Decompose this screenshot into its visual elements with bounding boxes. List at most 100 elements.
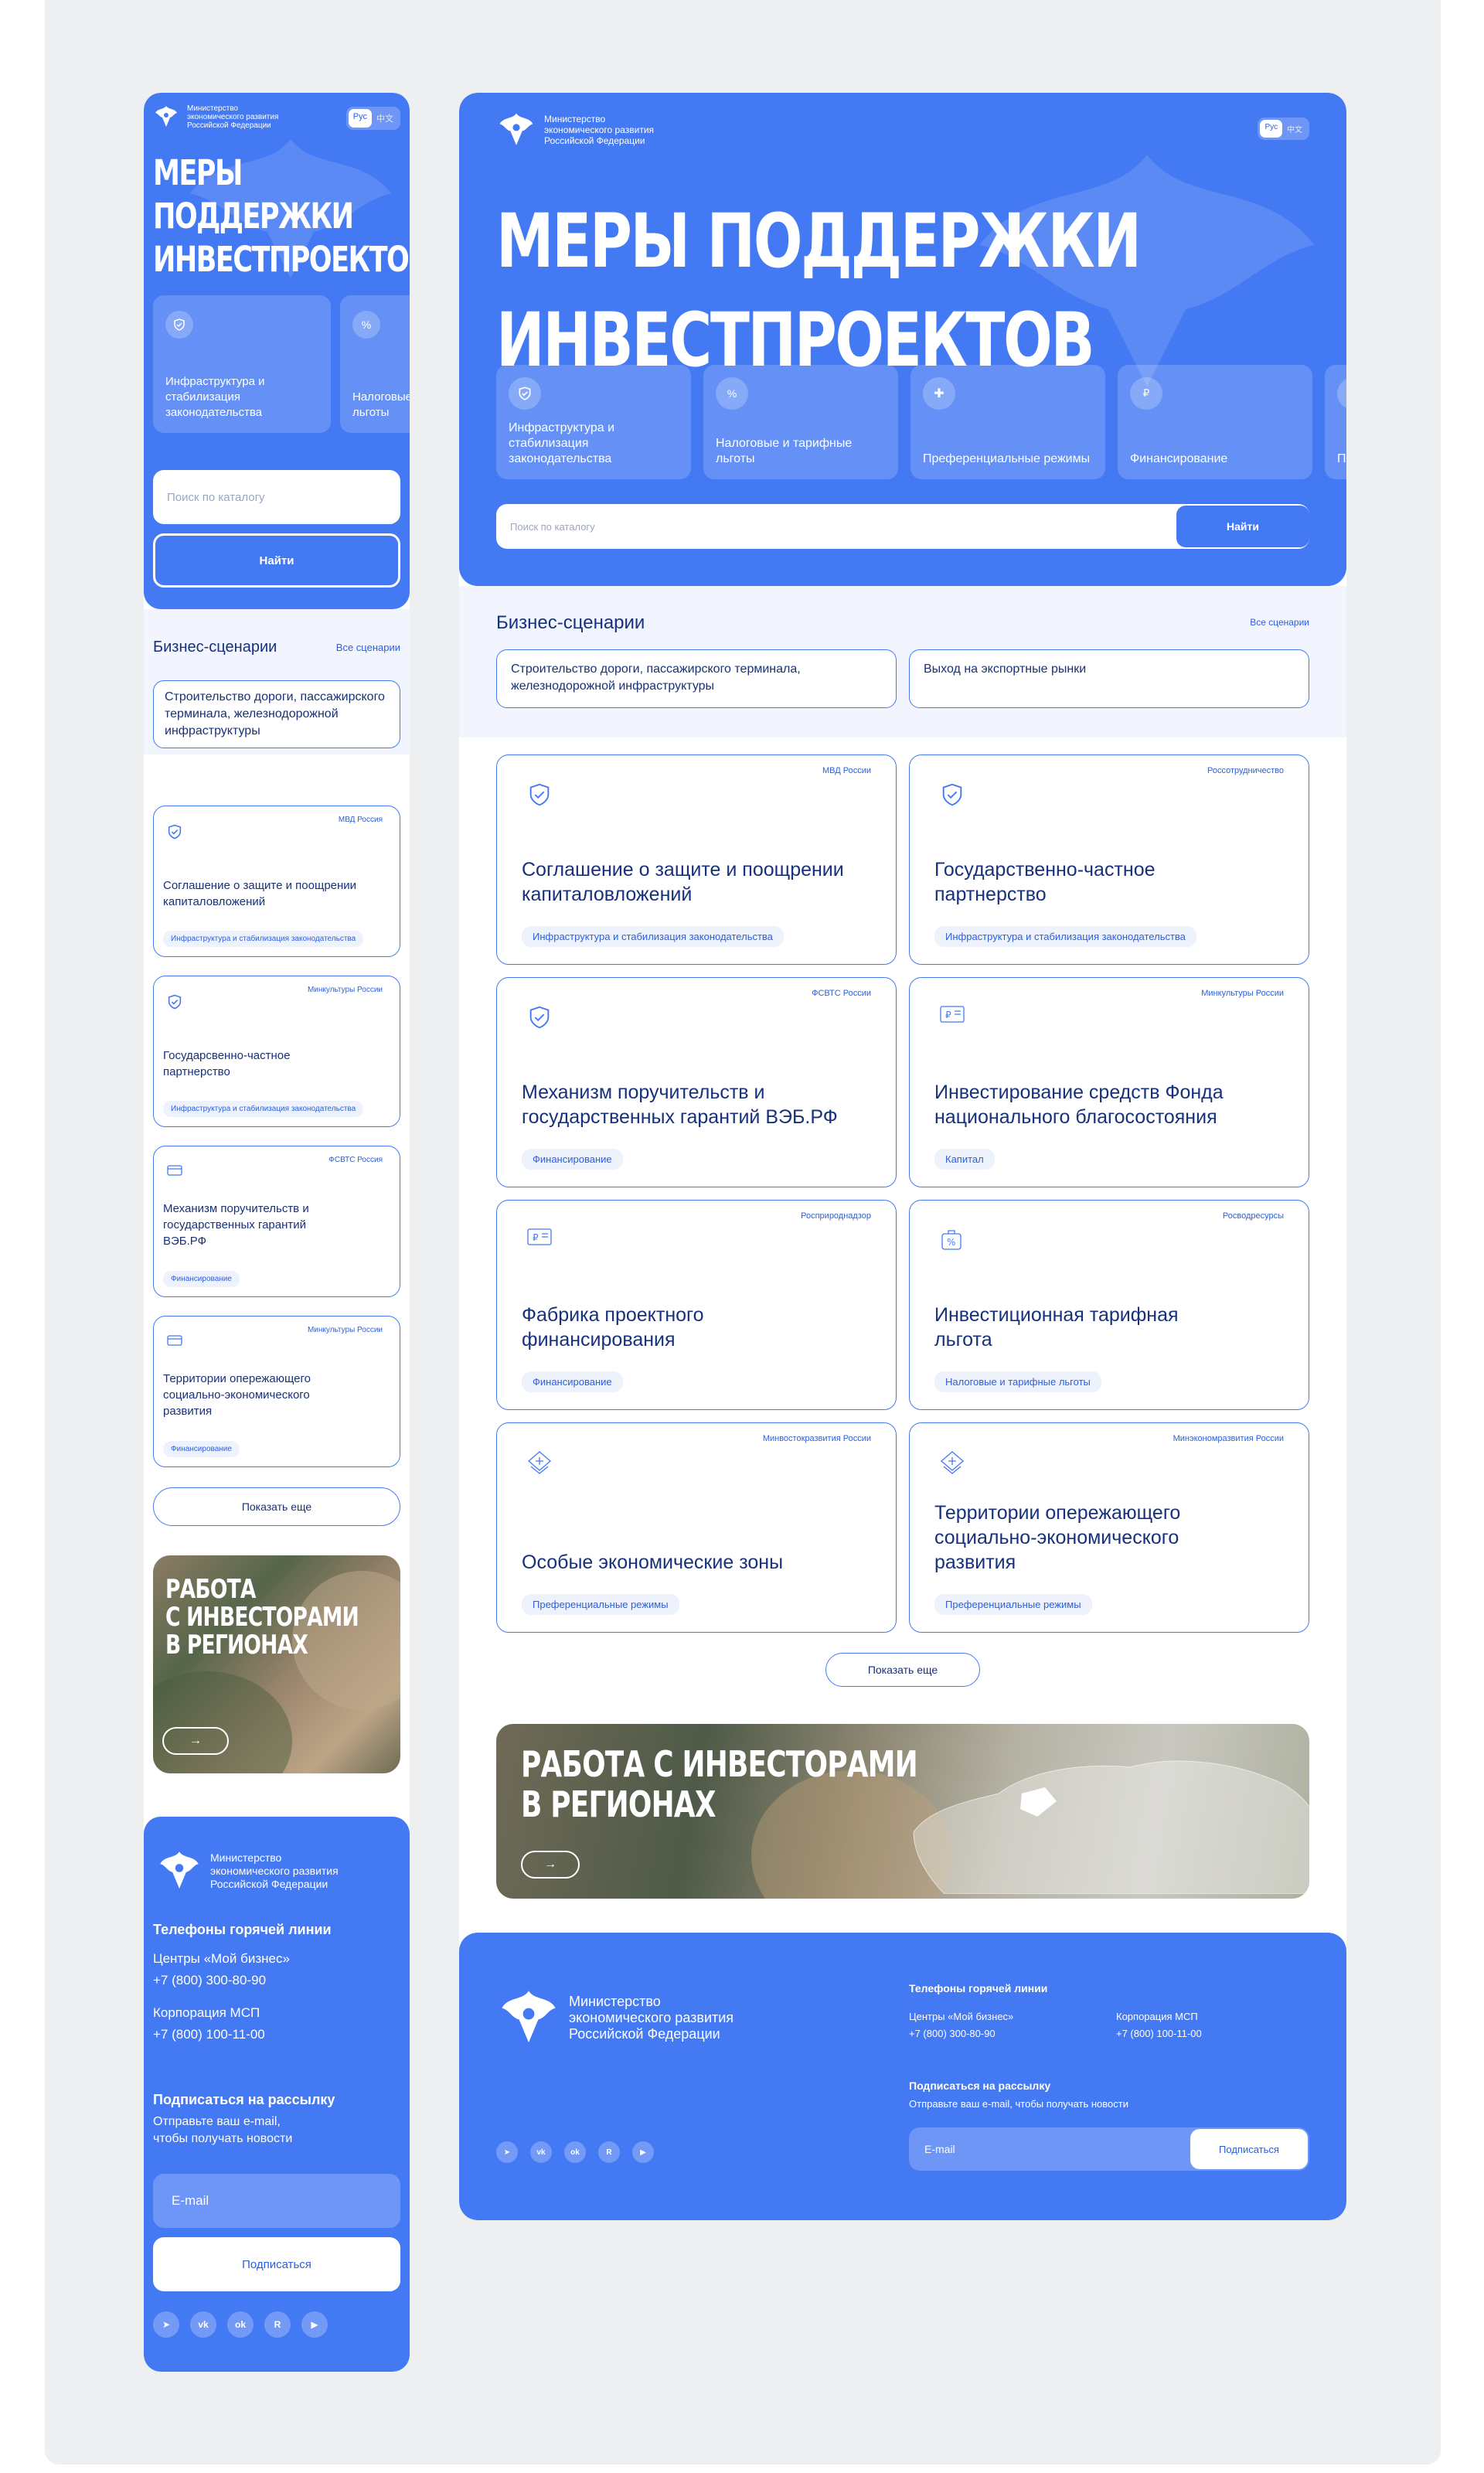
lang-zh-button[interactable]: 中文 (372, 109, 398, 128)
measure-card[interactable]: ФСВТС Россия Механизм поручительств и го… (153, 1146, 400, 1297)
contact-name: Корпорация МСП (1116, 2011, 1198, 2022)
email-input[interactable]: E-mail (153, 2174, 400, 2228)
measure-card[interactable]: Минкультуры России Территории опережающе… (153, 1316, 400, 1467)
measure-tag[interactable]: Преференциальные режимы (934, 1594, 1092, 1615)
lang-ru-button[interactable]: Рус (1260, 120, 1282, 138)
measure-card[interactable]: ₽ Минкультуры России Инвестирование сред… (909, 977, 1309, 1187)
desktop-hero: Министерство экономического развития Рос… (459, 93, 1346, 586)
arrow-right-icon[interactable]: → (162, 1727, 229, 1755)
rutube-icon[interactable]: R (264, 2311, 291, 2338)
ruble-card-icon: ₽ (526, 1227, 553, 1251)
ministry-name-line: экономического развития (210, 1864, 339, 1877)
measure-card[interactable]: % Росводресурсы Инвестиционная тарифная … (909, 1200, 1309, 1410)
hotline-contact: Центры «Мой бизнес» +7 (800) 300-80-90 (909, 2008, 1013, 2042)
regions-banner[interactable]: Работа с инвесторами в регионах → (496, 1724, 1309, 1899)
measure-tag[interactable]: Налоговые и тарифные льготы (934, 1371, 1101, 1392)
category-label: Инфраструктура и стабилизация законодате… (509, 421, 615, 465)
ministry-logo[interactable]: Министерство экономического развития Рос… (496, 1985, 733, 2050)
desktop-footer: Министерство экономического развития Рос… (459, 1933, 1346, 2220)
measure-card[interactable]: Минвостокразвития России Особые экономич… (496, 1422, 897, 1633)
search-button[interactable]: Найти (1176, 506, 1309, 547)
svg-text:₽: ₽ (533, 1232, 539, 1243)
subscribe-text: Отправьте ваш e-mail, чтобы получать нов… (909, 2098, 1128, 2110)
lang-zh-button[interactable]: 中文 (1282, 120, 1307, 138)
measure-card[interactable]: Минэкономразвития России Территории опер… (909, 1422, 1309, 1633)
subscribe-button[interactable]: Подписаться (1190, 2129, 1308, 2169)
contact-phone[interactable]: +7 (800) 300-80-90 (153, 1970, 290, 1991)
contact-phone[interactable]: +7 (800) 100-11-00 (153, 2024, 265, 2046)
banner-title-line: в регионах (165, 1630, 308, 1661)
contact-name: Центры «Мой бизнес» (153, 1951, 290, 1966)
telegram-icon[interactable]: ➤ (153, 2311, 179, 2338)
category-card[interactable]: Инфраструктура и стабилизация законодате… (153, 295, 331, 433)
subscribe-button[interactable]: Подписаться (153, 2237, 400, 2291)
show-more-button[interactable]: Показать еще (825, 1653, 980, 1687)
category-card[interactable]: ✚ Преференциальные режимы (910, 365, 1105, 479)
measure-tag[interactable]: Инфраструктура и стабилизация законодате… (163, 1101, 364, 1117)
show-more-button[interactable]: Показать еще (153, 1487, 400, 1526)
shield-check-icon (166, 823, 183, 844)
youtube-icon[interactable]: ▶ (301, 2311, 328, 2338)
language-switch: Рус 中文 (345, 107, 400, 130)
category-card[interactable]: Пр (1325, 365, 1346, 479)
vk-icon[interactable]: vk (190, 2311, 216, 2338)
ministry-name: Министерство экономического развития Рос… (210, 1851, 339, 1891)
measure-card[interactable]: ФСВТС России Механизм поручительств и го… (496, 977, 897, 1187)
scenario-chip[interactable]: Строительство дороги, пассажирского терм… (153, 680, 400, 748)
category-card[interactable]: Инфраструктура и стабилизация законодате… (496, 365, 691, 479)
telegram-icon[interactable]: ➤ (496, 2141, 518, 2163)
business-scenarios: Бизнес-сценарии Все сценарии Строительст… (459, 586, 1346, 737)
measure-tag[interactable]: Финансирование (163, 1271, 240, 1287)
percent-icon: % (352, 311, 380, 339)
shield-check-icon (166, 993, 183, 1014)
measure-card[interactable]: Минкультуры России Государсвенно-частное… (153, 976, 400, 1127)
ministry-logo[interactable]: Министерство экономического развития Рос… (153, 104, 278, 130)
arrow-right-icon[interactable]: → (521, 1851, 580, 1879)
ministry-logo[interactable]: Министерство экономического развития Рос… (496, 110, 654, 150)
contact-phone[interactable]: +7 (800) 100-11-00 (1116, 2025, 1202, 2042)
regions-banner[interactable]: Работа с инвесторами в регионах → (153, 1555, 400, 1773)
measure-card[interactable]: МВД России Соглашение о защите и поощрен… (496, 755, 897, 965)
ministry-name: Министерство экономического развития Рос… (187, 104, 278, 130)
agency-label: Россотрудничество (1207, 766, 1284, 775)
ministry-name-line: экономического развития (544, 124, 655, 135)
measure-card[interactable]: МВД Россия Соглашение о защите и поощрен… (153, 806, 400, 957)
measure-tag[interactable]: Инфраструктура и стабилизация законодате… (934, 926, 1196, 947)
search-input[interactable]: Поиск по каталогу (153, 470, 400, 524)
agency-label: ФСВТС России (812, 989, 871, 998)
contact-phone[interactable]: +7 (800) 300-80-90 (909, 2025, 1013, 2042)
measure-tag[interactable]: Преференциальные режимы (522, 1594, 679, 1615)
odnoklassniki-icon[interactable]: ok (227, 2311, 254, 2338)
rutube-icon[interactable]: R (598, 2141, 620, 2163)
scenario-chip[interactable]: Строительство дороги, пассажирского терм… (496, 649, 897, 708)
measure-card[interactable]: ₽ Росприроднадзор Фабрика проектного фин… (496, 1200, 897, 1410)
measure-tag[interactable]: Финансирование (522, 1371, 623, 1392)
eagle-emblem-icon (499, 113, 533, 145)
category-label: Пр (1337, 452, 1346, 465)
category-card[interactable]: ₽ Финансирование (1118, 365, 1312, 479)
banner-title-line: с инвесторами (165, 1602, 359, 1633)
measure-tag[interactable]: Финансирование (522, 1149, 623, 1170)
measure-tag[interactable]: Капитал (934, 1149, 995, 1170)
measure-title: Инвестиционная тарифная льгота (934, 1304, 1179, 1351)
all-scenarios-link[interactable]: Все сценарии (336, 642, 400, 653)
category-card[interactable]: % Налоговые и тарифные льготы (340, 295, 410, 433)
youtube-icon[interactable]: ▶ (632, 2141, 654, 2163)
category-label: Инфраструктура и стабилизация законодате… (165, 375, 265, 419)
shield-check-icon (509, 377, 541, 410)
measure-tag[interactable]: Инфраструктура и стабилизация законодате… (163, 931, 364, 947)
measure-title: Государственно-частное партнерство (934, 859, 1156, 905)
category-card[interactable]: % Налоговые и тарифные льготы (703, 365, 898, 479)
measure-card[interactable]: Россотрудничество Государственно-частное… (909, 755, 1309, 965)
measure-tag[interactable]: Финансирование (163, 1441, 240, 1457)
all-scenarios-link[interactable]: Все сценарии (1250, 617, 1309, 628)
measure-tag[interactable]: Инфраструктура и стабилизация законодате… (522, 926, 784, 947)
scenario-chip[interactable]: Выход на экспортные рынки (909, 649, 1309, 708)
search-button[interactable]: Найти (153, 533, 400, 588)
measure-title: Механизм поручительств и государственных… (163, 1202, 309, 1248)
odnoklassniki-icon[interactable]: ok (564, 2141, 586, 2163)
vk-icon[interactable]: vk (530, 2141, 552, 2163)
subscribe-text: Отправьте ваш e-mail, чтобы получать нов… (153, 2114, 292, 2148)
lang-ru-button[interactable]: Рус (348, 109, 372, 128)
ministry-logo[interactable]: Министерство экономического развития Рос… (156, 1848, 339, 1894)
